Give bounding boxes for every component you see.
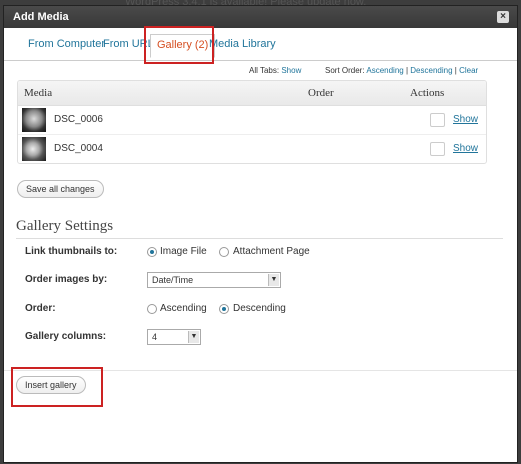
tab-from-computer[interactable]: From Computer: [28, 38, 105, 50]
dialog-titlebar: Add Media ×: [4, 6, 517, 28]
sort-ascending-link[interactable]: Ascending: [366, 66, 403, 75]
order-label: Order:: [25, 303, 56, 314]
all-tabs-label: All Tabs:: [249, 66, 280, 75]
dialog-title: Add Media: [13, 11, 69, 23]
show-link[interactable]: Show: [453, 143, 478, 154]
media-filename: DSC_0006: [54, 114, 103, 125]
gallery-columns-value: 4: [152, 332, 158, 342]
divider: [4, 370, 517, 371]
sort-order-label: Sort Order:: [325, 66, 365, 75]
order-descending-radio[interactable]: [219, 304, 229, 314]
order-by-value: Date/Time: [152, 275, 194, 285]
table-row: DSC_0006 Show: [18, 106, 486, 135]
column-media: Media: [24, 87, 53, 99]
column-order: Order: [308, 87, 334, 99]
tab-media-library[interactable]: Media Library: [209, 38, 276, 50]
show-all-link[interactable]: Show: [281, 66, 301, 75]
order-input[interactable]: [430, 113, 445, 127]
tab-gallery[interactable]: Gallery (2): [150, 34, 216, 58]
link-thumbnails-label: Link thumbnails to:: [25, 246, 118, 257]
image-thumbnail[interactable]: [22, 108, 46, 132]
order-by-select[interactable]: Date/Time ▼: [147, 272, 281, 288]
gallery-columns-label: Gallery columns:: [25, 331, 107, 342]
close-icon[interactable]: ×: [497, 11, 509, 23]
chevron-down-icon: ▼: [268, 274, 279, 286]
sort-descending-link[interactable]: Descending: [410, 66, 452, 75]
media-filename: DSC_0004: [54, 143, 103, 154]
table-header: Media Order Actions: [18, 81, 486, 106]
column-actions: Actions: [410, 87, 445, 99]
link-attachment-page-label: Attachment Page: [233, 246, 310, 257]
sort-order-control: Sort Order: Ascending | Descending | Cle…: [325, 66, 478, 75]
order-ascending-label: Ascending: [160, 303, 207, 314]
separator: |: [405, 66, 409, 75]
separator: |: [454, 66, 457, 75]
show-link[interactable]: Show: [453, 114, 478, 125]
link-image-file-radio[interactable]: [147, 247, 157, 257]
all-tabs-control: All Tabs: Show: [249, 66, 301, 75]
order-input[interactable]: [430, 142, 445, 156]
chevron-down-icon: ▼: [188, 331, 199, 343]
add-media-dialog: Add Media × From Computer From URL Galle…: [4, 6, 517, 462]
link-attachment-page-radio[interactable]: [219, 247, 229, 257]
save-all-changes-button[interactable]: Save all changes: [17, 180, 104, 198]
gallery-settings-title: Gallery Settings: [16, 218, 114, 234]
media-table: Media Order Actions DSC_0006 Show DSC_00…: [17, 80, 487, 164]
order-ascending-radio[interactable]: [147, 304, 157, 314]
table-row: DSC_0004 Show: [18, 135, 486, 163]
media-tabs: From Computer From URL Gallery (2) Media…: [4, 28, 517, 61]
tab-from-url[interactable]: From URL: [103, 38, 154, 50]
insert-gallery-button[interactable]: Insert gallery: [16, 376, 86, 394]
image-thumbnail[interactable]: [22, 137, 46, 161]
gallery-columns-select[interactable]: 4 ▼: [147, 329, 201, 345]
sort-clear-link[interactable]: Clear: [459, 66, 478, 75]
divider: [16, 238, 503, 239]
order-images-by-label: Order images by:: [25, 274, 108, 285]
link-image-file-label: Image File: [160, 246, 207, 257]
order-descending-label: Descending: [233, 303, 286, 314]
